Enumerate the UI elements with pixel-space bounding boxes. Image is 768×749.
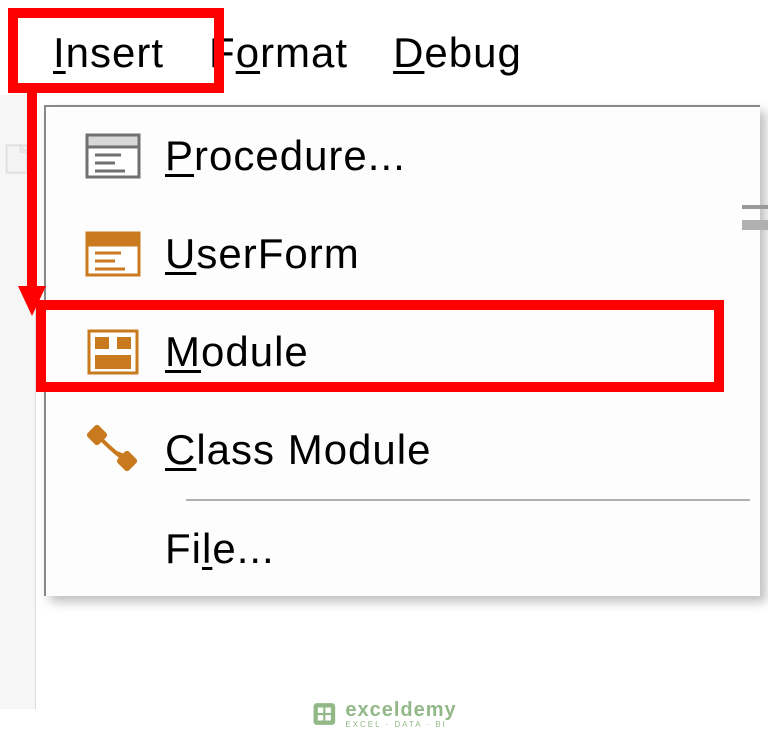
menu-format[interactable]: Format: [209, 29, 348, 77]
accelerator: l: [202, 525, 212, 572]
menu-item-procedure[interactable]: Procedure...: [46, 107, 760, 205]
code-pane-border: [742, 220, 768, 230]
menu-accelerator: I: [53, 29, 66, 76]
menu-label-rest: ebug: [424, 29, 521, 76]
project-explorer-sliver: [0, 95, 36, 709]
watermark-brand: exceldemy: [345, 699, 456, 722]
menu-item-label: Module: [165, 328, 309, 376]
menu-item-label: File...: [165, 525, 275, 573]
menu-insert[interactable]: Insert: [53, 29, 164, 77]
label-rest: rocedure...: [194, 132, 406, 179]
label-rest: serForm: [196, 230, 359, 277]
menu-accelerator: o: [236, 29, 260, 76]
accelerator: P: [165, 132, 194, 179]
accelerator: M: [165, 328, 201, 375]
userform-icon: [60, 231, 165, 277]
watermark: exceldemy EXCEL · DATA · BI: [311, 699, 456, 729]
menu-label-rest: nsert: [66, 29, 164, 76]
insert-dropdown-menu: Procedure... UserForm: [44, 105, 760, 596]
menu-debug[interactable]: Debug: [393, 29, 522, 77]
menu-label-start: F: [209, 29, 236, 76]
accelerator: C: [165, 426, 196, 473]
classmodule-icon: [60, 423, 165, 477]
accelerator: U: [165, 230, 196, 277]
label-rest: lass Module: [196, 426, 431, 473]
menu-item-label: UserForm: [165, 230, 360, 278]
label-rest: e...: [212, 525, 274, 572]
menu-item-label: Procedure...: [165, 132, 406, 180]
page-icon: [4, 143, 32, 175]
label-rest: odule: [201, 328, 309, 375]
procedure-icon: [60, 133, 165, 179]
menu-bar: Insert Format Debug: [8, 10, 760, 95]
module-icon: [60, 327, 165, 377]
menu-item-class-module[interactable]: Class Module: [46, 401, 760, 499]
code-pane-border: [742, 205, 768, 209]
vbe-menu-area: Insert Format Debug Procedure...: [8, 10, 760, 95]
menu-item-module[interactable]: Module: [46, 303, 760, 401]
menu-item-userform[interactable]: UserForm: [46, 205, 760, 303]
menu-item-label: Class Module: [165, 426, 431, 474]
label-start: Fi: [165, 525, 202, 572]
menu-item-file[interactable]: File...: [46, 501, 760, 596]
menu-label-rest: rmat: [260, 29, 348, 76]
watermark-text-block: exceldemy EXCEL · DATA · BI: [345, 699, 456, 729]
watermark-logo-icon: [311, 701, 337, 727]
watermark-tagline: EXCEL · DATA · BI: [345, 720, 456, 729]
menu-accelerator: D: [393, 29, 424, 76]
